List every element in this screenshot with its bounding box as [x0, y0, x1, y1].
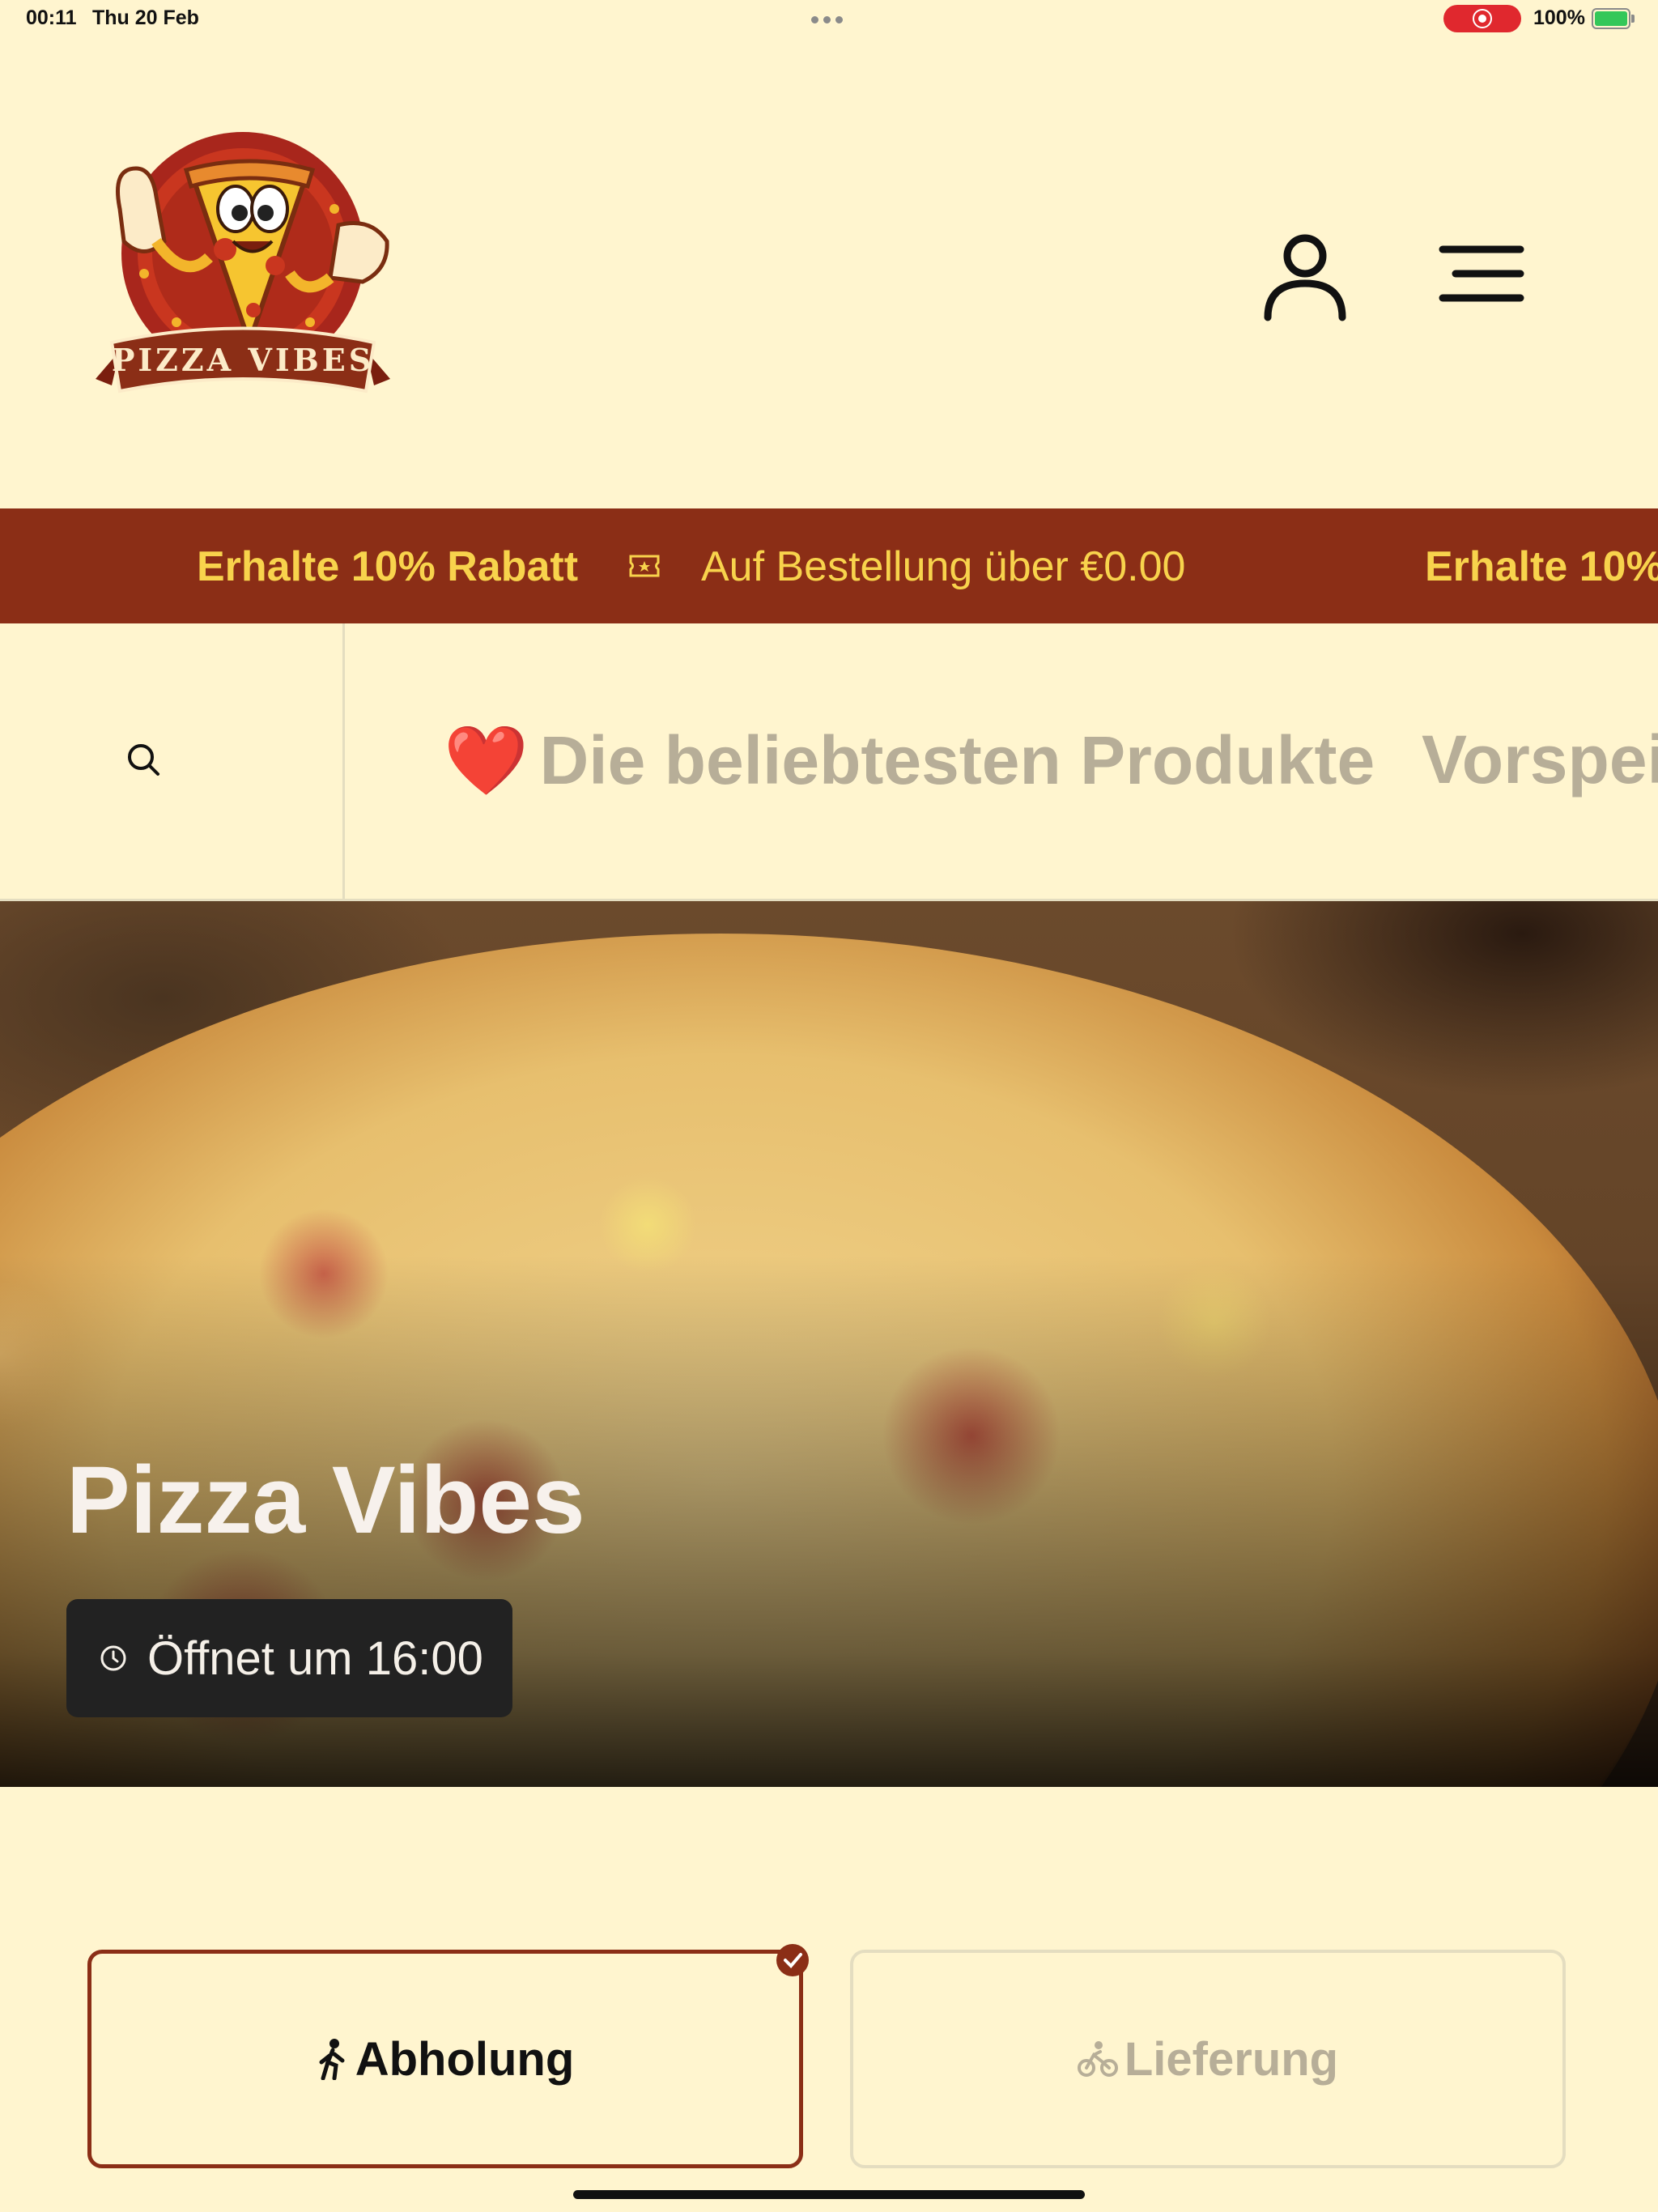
category-tab-label: Die beliebtesten Produkte: [539, 722, 1375, 798]
account-button[interactable]: [1256, 227, 1354, 324]
promo-banner[interactable]: Erhalte 10% Rabatt Auf Bestellung über €…: [0, 508, 1658, 623]
category-tab-popular[interactable]: ❤️ Die beliebtesten Produkte: [444, 721, 1375, 801]
restaurant-name: Pizza Vibes: [66, 1447, 585, 1554]
promo-headline-repeat: Erhalte 10%: [1425, 543, 1658, 590]
logo-text: PIZZA VIBES: [112, 342, 374, 378]
battery-icon: [1592, 8, 1635, 29]
category-tab-starters[interactable]: Vorspei: [1422, 721, 1658, 799]
heart-icon: ❤️: [444, 722, 529, 798]
delivery-option[interactable]: Lieferung: [850, 1950, 1566, 2168]
bicycle-icon: [1077, 2041, 1118, 2077]
pickup-option[interactable]: Abholung: [87, 1944, 809, 2168]
status-bar: 00:11 Thu 20 Feb 100%: [0, 0, 1658, 39]
opening-hours-badge: Öffnet um 16:00: [66, 1599, 512, 1717]
pickup-label: Abholung: [355, 2032, 575, 2086]
search-button[interactable]: [0, 623, 345, 899]
battery-percent: 100%: [1533, 6, 1585, 29]
delivery-label: Lieferung: [1124, 2032, 1339, 2086]
opening-hours-text: Öffnet um 16:00: [147, 1631, 483, 1685]
home-indicator[interactable]: [573, 2190, 1085, 2199]
menu-button[interactable]: [1433, 235, 1530, 316]
menu-icon: [1439, 245, 1524, 302]
multitasking-dots-icon[interactable]: [811, 16, 843, 23]
status-date: Thu 20 Feb: [92, 6, 199, 29]
category-tab-label: Vorspei: [1422, 721, 1658, 798]
status-time: 00:11: [26, 6, 77, 29]
category-nav: ❤️ Die beliebtesten Produkte Vorspei: [0, 623, 1658, 901]
selected-check-icon: [776, 1944, 809, 1976]
promo-detail: Auf Bestellung über €0.00: [701, 543, 1186, 590]
promo-headline: Erhalte 10% Rabatt: [197, 543, 579, 590]
walking-icon: [319, 2039, 345, 2080]
screen-recording-icon[interactable]: [1443, 5, 1521, 32]
ticket-icon: [629, 555, 660, 577]
user-icon: [1264, 234, 1346, 321]
search-icon: [128, 744, 159, 776]
pizza-vibes-logo[interactable]: PIZZA VIBES: [87, 120, 398, 426]
hero-banner: Pizza Vibes Öffnet um 16:00: [0, 901, 1658, 1787]
clock-icon: [100, 1645, 126, 1671]
